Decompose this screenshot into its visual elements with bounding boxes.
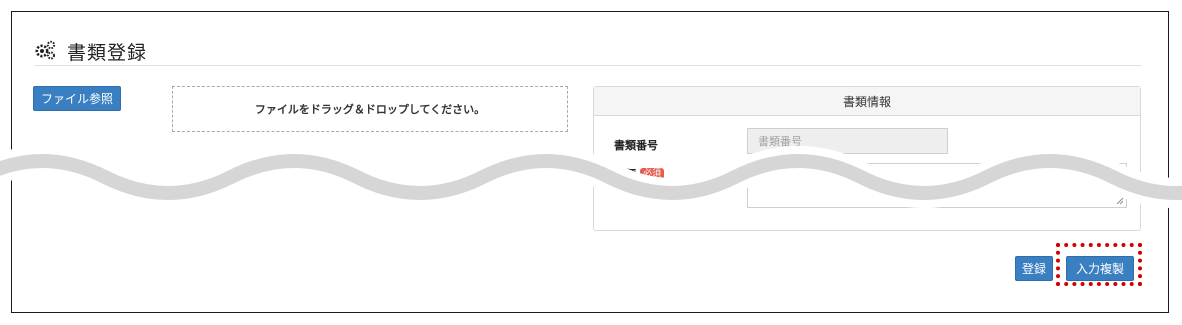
panel-heading: 書類情報 [594,87,1140,116]
file-browse-button[interactable]: ファイル参照 [33,86,121,111]
document-type-textarea[interactable] [747,163,1127,208]
gears-icon [34,40,56,64]
file-dropzone[interactable]: ファイルをドラッグ＆ドロップしてください。 [172,86,568,132]
resize-handle-icon[interactable] [1116,197,1124,205]
document-info-panel: 書類情報 書類番号 書類番号 種類 必須 [593,86,1141,231]
page-title: 書類登録 [67,42,148,64]
document-number-label: 書類番号 [614,139,658,152]
register-button[interactable]: 登録 [1015,256,1053,281]
document-type-label: 種類 必須 [614,166,665,182]
required-badge: 必須 [640,167,665,181]
page-header: 書類登録 [34,38,147,65]
copy-input-button[interactable]: 入力複製 [1066,256,1134,281]
document-number-input[interactable]: 書類番号 [747,128,948,154]
dropzone-text: ファイルをドラッグ＆ドロップしてください。 [254,103,486,116]
document-type-label-text: 種類 [614,168,636,181]
header-divider [34,65,1142,66]
